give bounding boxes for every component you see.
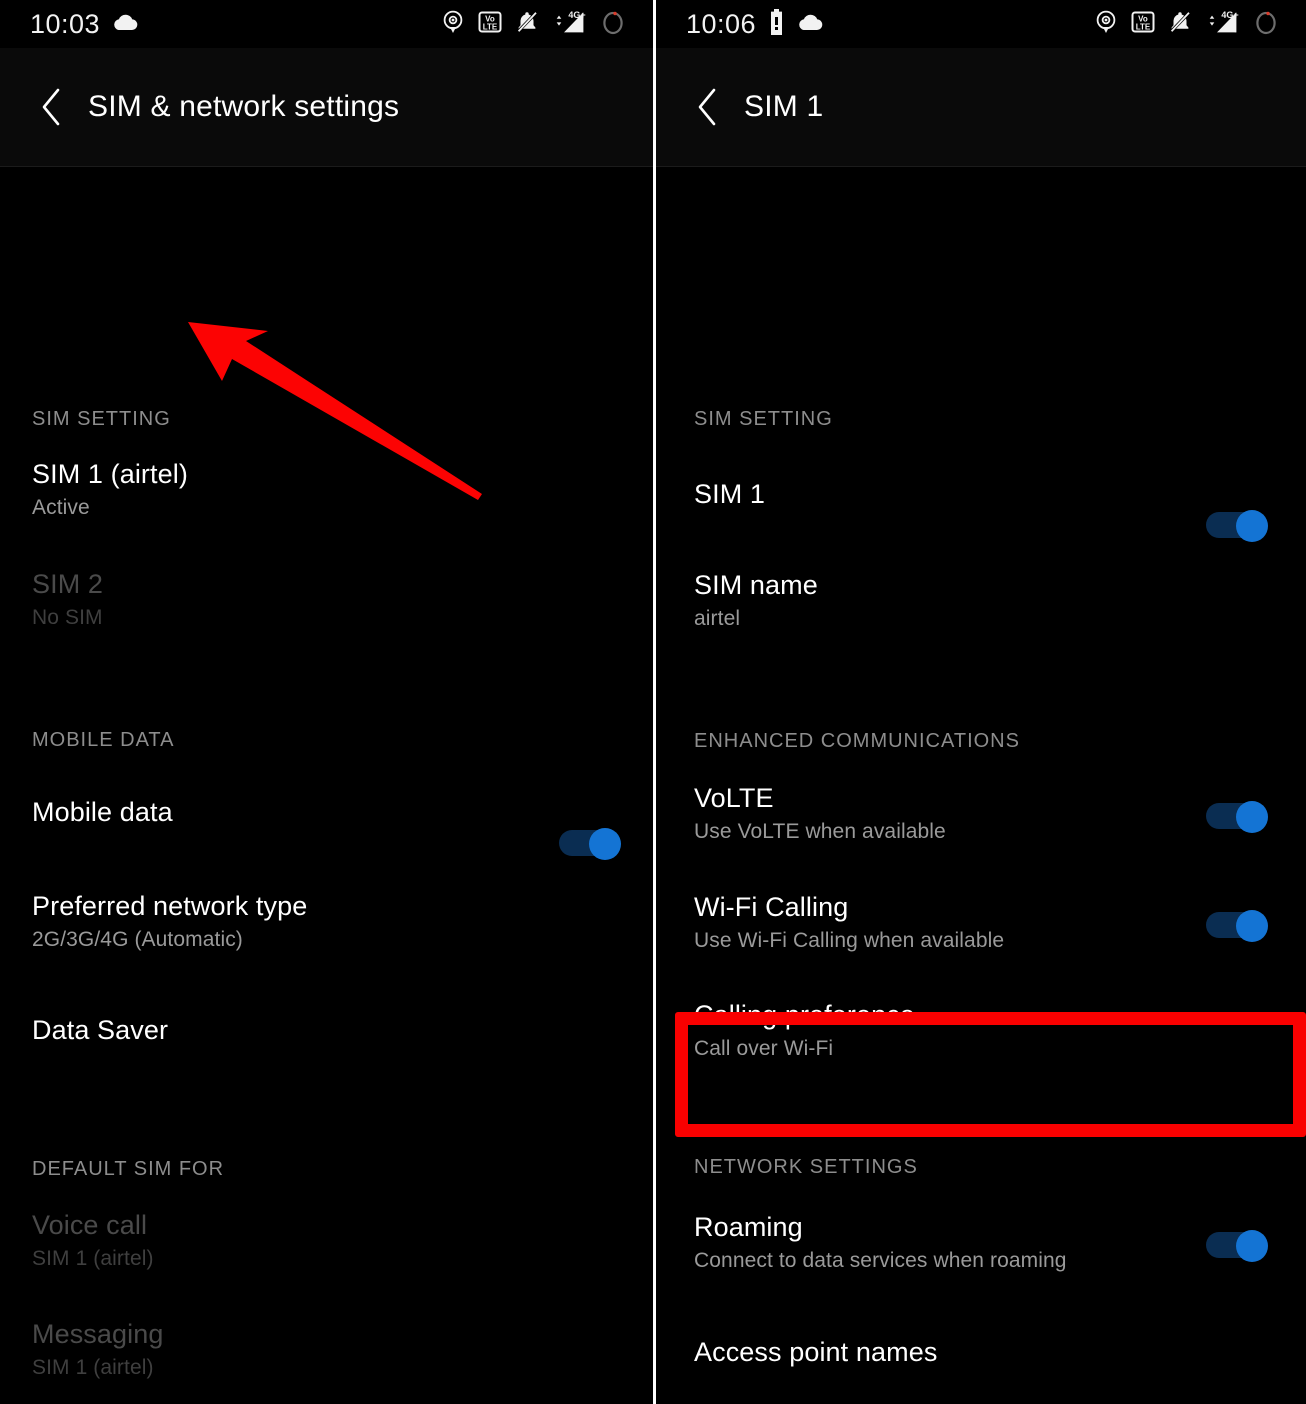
list-item-sim2: SIM 2 No SIM	[32, 569, 103, 630]
list-item-preferred-network-type[interactable]: Preferred network type 2G/3G/4G (Automat…	[32, 891, 307, 952]
left-app-bar: SIM & network settings	[0, 48, 653, 167]
list-item-title: Messaging	[32, 1319, 164, 1349]
list-item-subtitle: Active	[32, 496, 90, 519]
location-icon	[1094, 10, 1118, 39]
list-item-volte[interactable]: VoLTE Use VoLTE when available	[694, 783, 1268, 844]
list-item-title: Preferred network type	[32, 891, 308, 921]
silent-bell-icon	[515, 10, 539, 39]
svg-text:LTE: LTE	[1136, 22, 1151, 31]
status-time: 10:03	[30, 8, 101, 39]
svg-text:4G+: 4G+	[1221, 10, 1238, 20]
sim1-toggle[interactable]	[1206, 510, 1268, 542]
list-item-subtitle: SIM 1 (airtel)	[32, 1356, 154, 1379]
section-header-sim-setting: SIM SETTING	[32, 408, 171, 430]
right-app-bar: SIM 1	[656, 48, 1306, 167]
back-chevron-icon[interactable]	[30, 85, 74, 129]
right-status-bar-left: 10:06	[686, 8, 823, 40]
left-status-bar: 10:03 Vo LTE 4G+	[0, 0, 653, 48]
list-item-title: Voice call	[32, 1210, 148, 1240]
section-header-enhanced-communications: ENHANCED COMMUNICATIONS	[694, 730, 1020, 752]
status-time: 10:06	[686, 8, 757, 39]
list-item-subtitle: No SIM	[32, 606, 103, 629]
page-title: SIM 1	[744, 90, 824, 123]
toggle-thumb	[1236, 510, 1268, 542]
volte-icon: Vo LTE	[478, 10, 502, 39]
toggle-thumb	[1236, 1230, 1268, 1262]
left-status-bar-left: 10:03	[30, 8, 138, 39]
list-item-title: Access point names	[694, 1337, 938, 1367]
list-item-title: Mobile data	[32, 797, 173, 827]
page-title: SIM & network settings	[88, 90, 400, 123]
section-header-network-settings: NETWORK SETTINGS	[694, 1156, 918, 1178]
list-item-title: VoLTE	[694, 783, 774, 813]
cloud-icon	[797, 12, 823, 37]
signal-4g-plus-icon: 4G+	[1205, 10, 1239, 39]
list-item-subtitle: Use Wi-Fi Calling when available	[694, 929, 1005, 952]
back-chevron-icon[interactable]	[686, 85, 730, 129]
toggle-thumb	[1236, 801, 1268, 833]
section-header-mobile-data: MOBILE DATA	[32, 729, 175, 751]
dual-screenshot-container: 10:03 Vo LTE 4G+ SIM & network settings …	[0, 0, 1306, 1404]
right-status-bar-right: Vo LTE 4G+	[1094, 0, 1280, 48]
list-item-title: Roaming	[694, 1212, 803, 1242]
section-header-sim-setting: SIM SETTING	[694, 408, 833, 430]
list-item-title: Wi-Fi Calling	[694, 892, 849, 922]
location-icon	[441, 10, 465, 39]
battery-ring-icon	[1252, 8, 1280, 41]
list-item-sim1[interactable]: SIM 1	[694, 479, 1268, 542]
left-phone-screen: 10:03 Vo LTE 4G+ SIM & network settings …	[0, 0, 656, 1404]
list-item-roaming[interactable]: Roaming Connect to data services when ro…	[694, 1212, 1268, 1273]
right-phone-screen: 10:06 Vo LTE 4G+ SIM 1 SIM SETTING SIM 1…	[656, 0, 1306, 1404]
list-item-subtitle: 2G/3G/4G (Automatic)	[32, 928, 243, 951]
list-item-subtitle: airtel	[694, 607, 741, 630]
list-item-wifi-calling[interactable]: Wi-Fi Calling Use Wi-Fi Calling when ava…	[694, 892, 1268, 953]
list-item-title: SIM 1 (airtel)	[32, 459, 188, 489]
wifi-calling-toggle[interactable]	[1206, 910, 1268, 942]
battery-ring-icon	[599, 8, 627, 41]
silent-bell-icon	[1168, 10, 1192, 39]
signal-4g-plus-icon: 4G+	[552, 10, 586, 39]
list-item-voice-call: Voice call SIM 1 (airtel)	[32, 1210, 154, 1271]
list-item-subtitle: SIM 1 (airtel)	[32, 1247, 154, 1270]
list-item-subtitle: Connect to data services when roaming	[694, 1249, 1067, 1272]
list-item-access-point-names[interactable]: Access point names	[694, 1337, 937, 1368]
roaming-toggle[interactable]	[1206, 1230, 1268, 1262]
list-item-mobile-data[interactable]: Mobile data	[32, 797, 621, 860]
svg-text:4G+: 4G+	[568, 10, 585, 20]
volte-toggle[interactable]	[1206, 801, 1268, 833]
list-item-title: SIM 1	[694, 479, 766, 509]
list-item-sim-name[interactable]: SIM name airtel	[694, 570, 818, 631]
mobile-data-toggle[interactable]	[559, 828, 621, 860]
toggle-thumb	[1236, 910, 1268, 942]
section-header-default-sim-for: DEFAULT SIM FOR	[32, 1158, 225, 1180]
volte-icon: Vo LTE	[1131, 10, 1155, 39]
list-item-title: SIM 2	[32, 569, 104, 599]
list-item-title: Data Saver	[32, 1015, 169, 1045]
svg-text:LTE: LTE	[483, 22, 498, 31]
list-item-calling-preference[interactable]: Calling preference Call over Wi-Fi	[694, 1000, 915, 1061]
list-item-title: SIM name	[694, 570, 818, 600]
list-item-subtitle: Use VoLTE when available	[694, 820, 946, 843]
toggle-thumb	[589, 828, 621, 860]
left-status-bar-right: Vo LTE 4G+	[441, 0, 627, 48]
list-item-sim1[interactable]: SIM 1 (airtel) Active	[32, 459, 188, 520]
right-status-bar: 10:06 Vo LTE 4G+	[656, 0, 1306, 48]
red-pointer-arrow	[188, 322, 482, 500]
battery-alert-icon	[768, 8, 785, 40]
list-item-title: Calling preference	[694, 1000, 915, 1030]
cloud-icon	[112, 12, 138, 37]
list-item-messaging: Messaging SIM 1 (airtel)	[32, 1319, 163, 1380]
list-item-subtitle: Call over Wi-Fi	[694, 1037, 834, 1060]
list-item-data-saver[interactable]: Data Saver	[32, 1015, 168, 1046]
